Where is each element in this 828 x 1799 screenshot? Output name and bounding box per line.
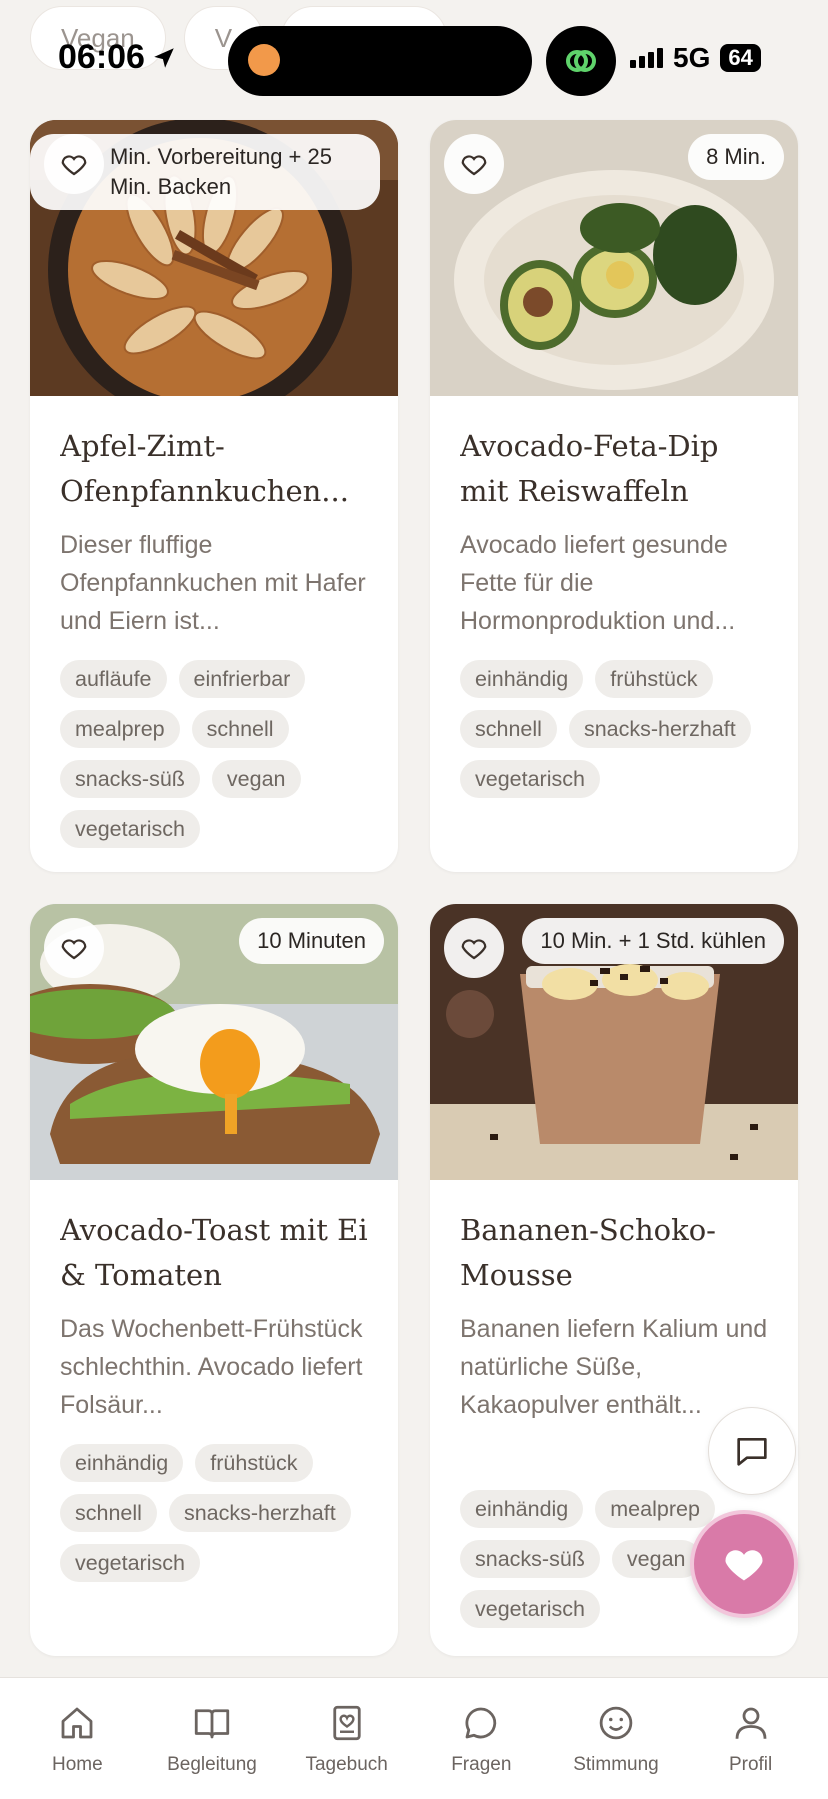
prep-time-badge: 8 Min. [688,134,784,180]
tag[interactable]: einhändig [60,1444,184,1482]
journal-heart-icon [324,1700,370,1746]
dynamic-island [228,26,532,96]
recipe-image-avocado-dip: 8 Min. [430,120,798,396]
favorite-button[interactable] [44,134,104,194]
tag[interactable]: einfrierbar [178,660,306,698]
nav-item-profil[interactable]: Profil [686,1678,816,1799]
tag[interactable]: vegan [211,760,301,798]
recipe-description: Dieser fluffige Ofenpfannkuchen mit Hafe… [60,531,366,635]
nav-label: Tagebuch [305,1754,388,1775]
status-indicators: 5G 64 [630,42,761,74]
nav-item-tagebuch[interactable]: Tagebuch [282,1678,412,1799]
tag[interactable]: vegan [611,1540,701,1578]
nav-item-fragen[interactable]: Fragen [416,1678,546,1799]
recipe-title: Apfel-Zimt-Ofenpfannkuchen... [60,429,349,508]
nav-item-home[interactable]: Home [12,1678,142,1799]
favorite-button[interactable] [444,134,504,194]
recipe-title: Avocado-Toast mit Ei & Tomaten [60,1213,368,1292]
smiley-icon [593,1700,639,1746]
chat-bubble-icon [458,1700,504,1746]
nav-item-stimmung[interactable]: Stimmung [551,1678,681,1799]
tag[interactable]: frühstück [195,1444,313,1482]
tag[interactable]: vegetarisch [60,810,200,848]
tag[interactable]: mealprep [60,710,180,748]
favorites-fab[interactable] [690,1510,798,1618]
nav-label: Home [51,1754,103,1775]
nav-item-begleitung[interactable]: Begleitung [147,1678,277,1799]
tag[interactable]: vegetarisch [460,1590,600,1628]
tag[interactable]: schnell [60,1494,157,1532]
nav-label: Begleitung [167,1754,257,1775]
tag[interactable]: einhändig [460,660,584,698]
tag[interactable]: schnell [191,710,289,748]
tag[interactable]: snacks-süß [460,1540,600,1578]
heart-outline-icon [461,155,487,176]
tag[interactable]: einhändig [460,1490,584,1528]
tag[interactable]: snacks-herzhaft [168,1494,351,1532]
recipe-title: Bananen-Schoko-Mousse [460,1213,716,1292]
tag-list: einhändig frühstück schnell snacks-herzh… [460,660,768,798]
heart-outline-icon [61,155,87,176]
battery-icon: 64 [720,44,761,72]
recipe-card[interactable]: Min. Vorbereitung + 25 Min. Backen Apfel… [30,120,398,872]
home-icon [54,1700,100,1746]
heart-filled-icon [725,1550,763,1581]
heart-outline-icon [461,939,487,960]
network-type: 5G [673,42,711,73]
tag[interactable]: vegetarisch [460,760,600,798]
status-time: 06:06 [58,38,177,77]
signal-icon [630,48,663,68]
tag[interactable]: aufläufe [60,660,167,698]
prep-time-badge: 10 Minuten [239,918,384,964]
favorite-button[interactable] [444,918,504,978]
recipe-image-avocado-toast: 10 Minuten [30,904,398,1180]
prep-time-badge: 10 Min. + 1 Std. kühlen [522,918,784,964]
nav-label: Profil [728,1754,773,1775]
tag[interactable]: vegetarisch [60,1544,200,1582]
tag[interactable]: mealprep [595,1490,715,1528]
recipe-description: Bananen liefern Kalium und natürliche Sü… [460,1315,768,1419]
recipe-card[interactable]: 8 Min. Avocado-Feta-Dip mit Reiswaffeln … [430,120,798,872]
message-square-icon [737,1438,767,1466]
heart-outline-icon [61,939,87,960]
person-icon [728,1700,774,1746]
nav-label: Fragen [451,1754,512,1775]
recipe-card[interactable]: 10 Minuten Avocado-Toast mit Ei & Tomate… [30,904,398,1656]
recipe-title: Avocado-Feta-Dip mit Reiswaffeln [460,429,719,508]
bottom-navigation: Home Begleitung Tagebuch Fragen Stimmung… [0,1677,828,1799]
tag[interactable]: schnell [460,710,557,748]
tag[interactable]: snacks-süß [60,760,200,798]
recipe-description: Das Wochenbett-Frühstück schlechthin. Av… [60,1315,363,1419]
recipe-description: Avocado liefert gesunde Fette für die Ho… [460,531,736,635]
timer-icon [248,44,280,76]
recipe-image-banana-mousse: 10 Min. + 1 Std. kühlen [430,904,798,1180]
book-icon [189,1700,235,1746]
chat-button[interactable] [708,1407,796,1495]
tag[interactable]: snacks-herzhaft [568,710,751,748]
nav-label: Stimmung [573,1754,659,1775]
clock: 06:06 [58,38,145,76]
link-icon [566,50,596,72]
location-arrow-icon [154,47,174,68]
recipe-image-apple-pancake: Min. Vorbereitung + 25 Min. Backen [30,120,398,396]
favorite-button[interactable] [44,918,104,978]
dynamic-island-app [546,26,616,96]
tag-list: aufläufe einfrierbar mealprep schnell sn… [60,660,368,848]
tag[interactable]: frühstück [595,660,713,698]
recipe-grid: Min. Vorbereitung + 25 Min. Backen Apfel… [30,120,798,1656]
tag-list: einhändig frühstück schnell snacks-herzh… [60,1444,368,1582]
